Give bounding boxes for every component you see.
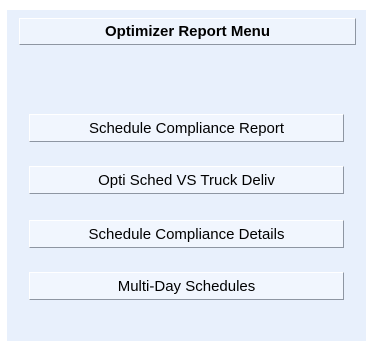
menu-title: Optimizer Report Menu bbox=[104, 23, 270, 40]
button-label: Schedule Compliance Report bbox=[88, 119, 285, 137]
button-label: Multi-Day Schedules bbox=[117, 277, 256, 295]
multi-day-schedules-button[interactable]: Multi-Day Schedules bbox=[29, 272, 344, 300]
schedule-compliance-report-button[interactable]: Schedule Compliance Report bbox=[29, 114, 344, 142]
report-menu-panel: Optimizer Report Menu Schedule Complianc… bbox=[7, 10, 366, 341]
button-label: Schedule Compliance Details bbox=[88, 225, 285, 243]
opti-sched-vs-truck-deliv-button[interactable]: Opti Sched VS Truck Deliv bbox=[29, 166, 344, 194]
schedule-compliance-details-button[interactable]: Schedule Compliance Details bbox=[29, 220, 344, 248]
menu-title-bar: Optimizer Report Menu bbox=[19, 18, 356, 45]
button-label: Opti Sched VS Truck Deliv bbox=[98, 171, 275, 189]
